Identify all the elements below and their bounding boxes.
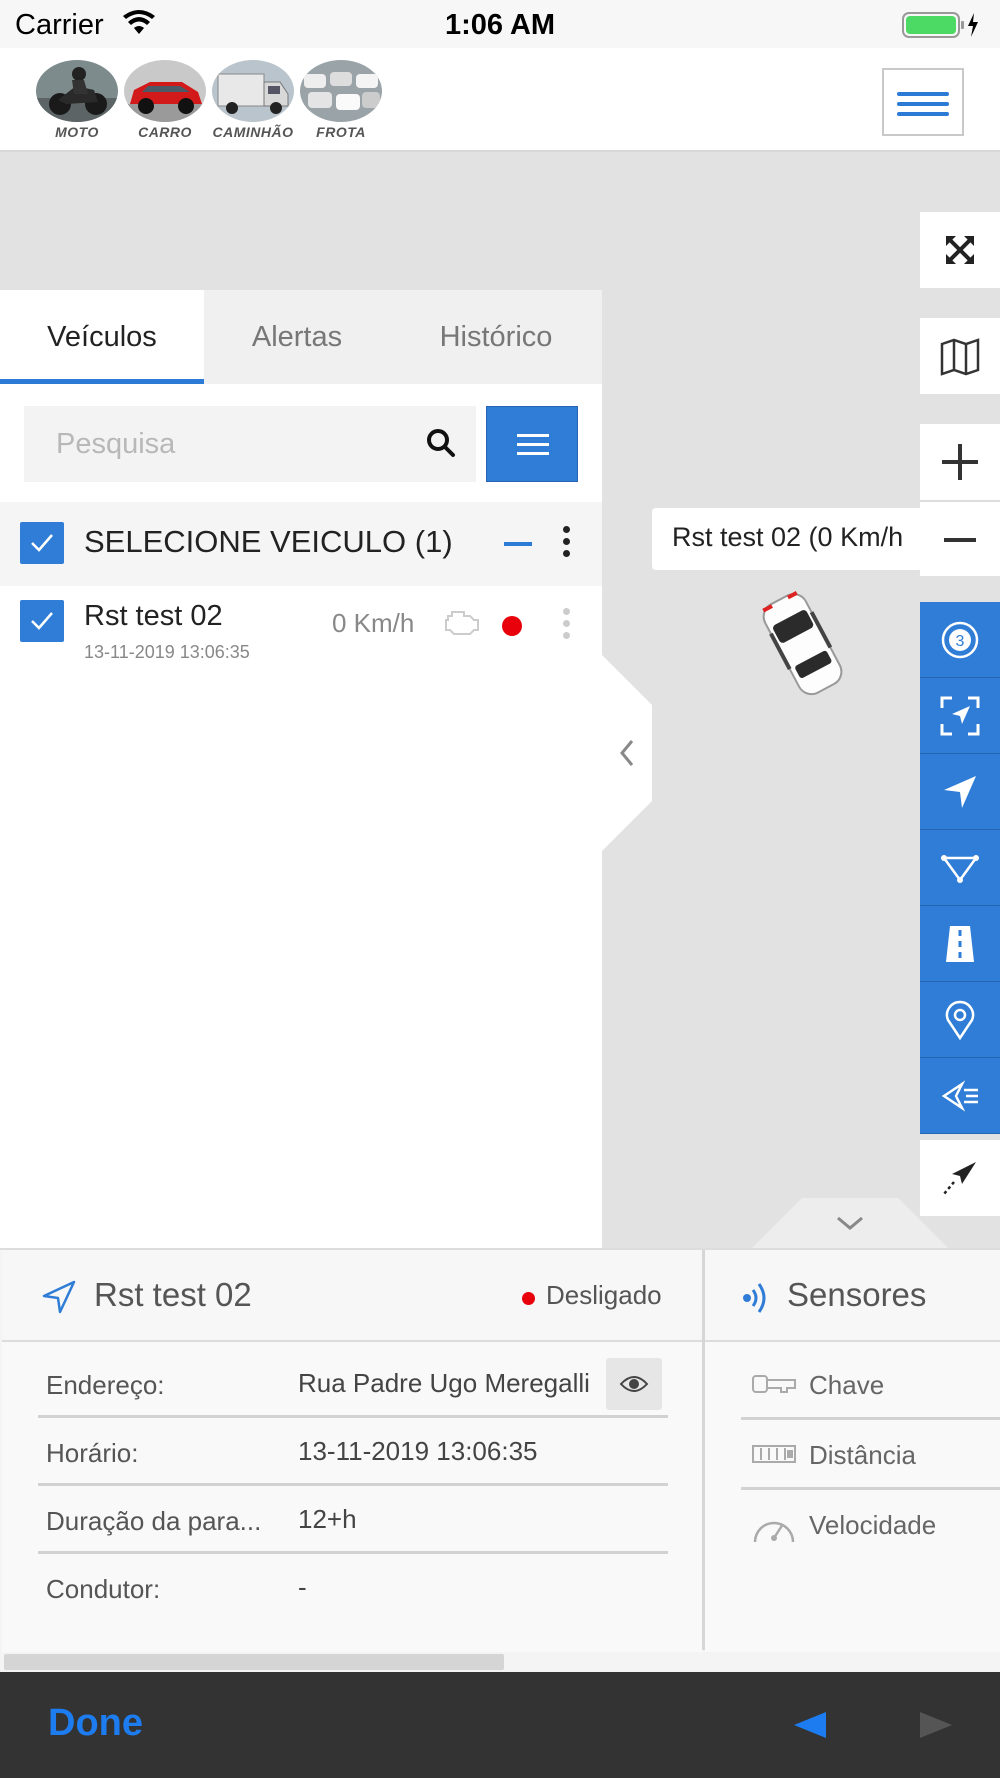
show-address-button[interactable] [606,1358,662,1410]
sensor-row-distance: Distância [741,1420,1000,1490]
tab-historico[interactable]: Histórico [390,290,602,384]
scrollbar-thumb[interactable] [4,1654,504,1670]
sensor-label: Distância [809,1440,916,1470]
vehicle-status-dot [502,616,522,636]
vehicle-marker-label: Rst test 02 (0 Km/h [652,508,922,570]
next-field-icon[interactable] [918,1710,954,1745]
sensor-label: Velocidade [809,1510,937,1540]
list-options-button[interactable] [486,406,578,482]
vehicle-checkbox[interactable] [20,600,64,642]
detail-row-time: Horário: 13-11-2019 13:06:35 [38,1418,668,1486]
map-layers-button[interactable] [920,318,1000,394]
hamburger-menu-button[interactable] [882,68,964,136]
details-sheet: Rst test 02 Desligado Endereço: Rua Padr… [0,1248,1000,1672]
app-header: MOTO CARRO CAMINHÃO FROTA [0,48,1000,152]
vehicle-name: Rst test 02 [84,600,223,632]
vehicle-speed: 0 Km/h [332,608,415,638]
vehicle-timestamp: 13-11-2019 13:06:35 [84,642,250,662]
detail-key: Condutor: [46,1574,161,1604]
history-button[interactable] [920,1058,1000,1134]
polygon-button[interactable] [920,830,1000,906]
key-icon [751,1370,797,1403]
sensor-row-speed: Velocidade [741,1490,1000,1560]
sensor-row-key: Chave [741,1350,1000,1420]
category-label: CAMINHÃO [212,124,294,140]
pin-button[interactable] [920,982,1000,1058]
navigation-arrow-icon [42,1280,76,1319]
zoom-out-button[interactable] [920,500,1000,576]
tab-veiculos[interactable]: Veículos [0,290,204,384]
cluster-count: 3 [956,633,965,650]
sensors-body: Chave Distância Velocidade [705,1342,1000,1662]
vehicle-list-item[interactable]: Rst test 02 13-11-2019 13:06:35 0 Km/h [0,586,602,670]
engine-icon [442,606,480,643]
detail-value: 13-11-2019 13:06:35 [298,1436,538,1466]
status-bar: Carrier 1:06 AM [0,0,1000,48]
category-caminhao[interactable]: CAMINHÃO [212,60,294,140]
detail-value: - [298,1572,307,1602]
detail-key: Endereço: [46,1370,165,1400]
sensors-title: Sensores [787,1276,927,1313]
group-more-icon[interactable] [563,526,571,562]
clustering-button[interactable]: 3 [920,602,1000,678]
expand-details-handle[interactable] [752,1196,948,1253]
speedometer-icon [751,1510,797,1555]
search-input[interactable] [24,406,404,482]
category-carro[interactable]: CARRO [124,60,206,140]
vehicle-details-header: Rst test 02 Desligado [2,1250,702,1342]
road-button[interactable] [920,906,1000,982]
detail-value: 12+h [298,1504,357,1534]
group-checkbox[interactable] [20,522,64,564]
horizontal-scrollbar[interactable] [0,1652,1000,1672]
navigate-button[interactable] [920,754,1000,830]
keyboard-accessory-bar: Done [0,1672,1000,1778]
detail-row-address: Endereço: Rua Padre Ugo Meregalli [38,1350,668,1418]
collapse-group-icon[interactable] [504,542,532,546]
odometer-icon [751,1440,797,1473]
done-button[interactable]: Done [48,1702,143,1745]
sensor-label: Chave [809,1370,885,1400]
frota-image [300,60,382,122]
detail-key: Horário: [46,1438,139,1468]
detail-key: Duração da para... [46,1506,262,1536]
moto-image [36,60,118,122]
category-moto[interactable]: MOTO [36,60,118,140]
tab-alertas[interactable]: Alertas [204,290,390,384]
group-label: SELECIONE VEICULO (1) [84,524,453,559]
detail-row-driver: Condutor: - [38,1554,668,1622]
carro-image [124,60,206,122]
panel-collapse-handle[interactable] [602,655,654,856]
detail-value: Rua Padre Ugo Meregalli [298,1368,590,1398]
fullscreen-button[interactable] [920,212,1000,288]
detail-row-stop-duration: Duração da para... 12+h [38,1486,668,1554]
status-time: 1:06 AM [444,9,556,41]
sensors-header: Sensores [705,1250,1000,1342]
zoom-in-button[interactable] [920,424,1000,500]
category-frota[interactable]: FROTA [300,60,382,140]
search-box [24,406,476,482]
vehicle-details-body: Endereço: Rua Padre Ugo Meregalli Horári… [2,1342,702,1662]
fit-bounds-button[interactable] [920,678,1000,754]
vehicle-group-row[interactable]: SELECIONE VEICULO (1) [0,502,602,586]
panel-tabs: Veículos Alertas Histórico [0,290,602,384]
vehicle-marker-car-icon[interactable] [748,580,858,715]
caminhao-image [212,60,294,122]
vehicle-panel: Veículos Alertas Histórico SELECIONE VEI… [0,290,602,1250]
category-label: MOTO [55,124,99,140]
previous-field-icon[interactable] [792,1710,828,1745]
category-label: FROTA [316,124,366,140]
vehicle-more-icon[interactable] [563,608,571,644]
ignition-status-dot [522,1292,535,1305]
sensor-signal-icon [739,1280,775,1321]
ignition-status-text: Desligado [546,1280,662,1310]
category-label: CARRO [138,124,192,140]
battery-icon [902,11,982,44]
vehicle-details-title: Rst test 02 [94,1276,252,1313]
search-icon[interactable] [424,426,458,465]
